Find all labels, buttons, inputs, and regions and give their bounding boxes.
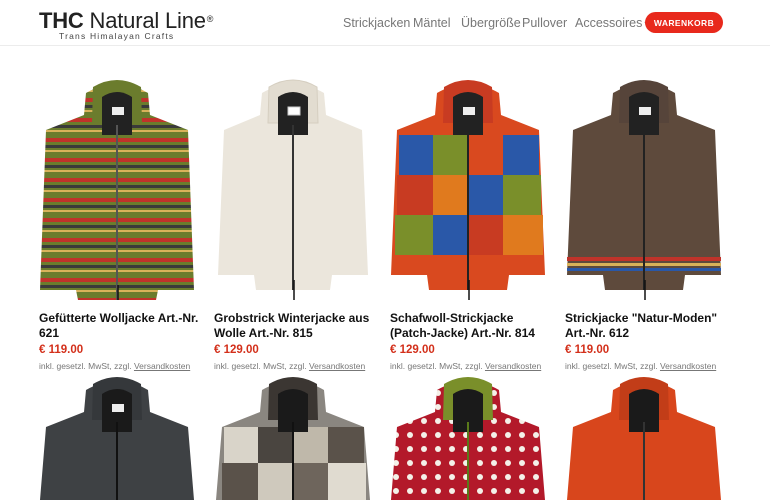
product-image[interactable] [389,75,547,300]
product-card[interactable] [38,75,196,300]
product-price: € 119.00 [565,344,610,356]
nav-item-accessoires[interactable]: Accessoires▾ [575,16,648,30]
product-price: € 129.00 [390,344,435,356]
product-title[interactable]: Grobstrick Winterjacke aus Wolle Art.-Nr… [214,311,374,341]
shipping-link[interactable]: Versandkosten [660,361,716,371]
tax-note: inkl. gesetzl. MwSt, zzgl. Versandkosten [39,361,190,371]
nav-item-strickjacken[interactable]: Strickjacken [343,16,410,30]
product-card[interactable] [565,372,723,500]
product-price: € 119.00 [39,344,84,356]
product-price: € 129.00 [214,344,259,356]
product-card[interactable] [389,75,547,300]
tax-note: inkl. gesetzl. MwSt, zzgl. Versandkosten [390,361,541,371]
product-image[interactable] [214,75,372,300]
product-title[interactable]: Strickjacke "Natur-Moden" Art.-Nr. 612 [565,311,725,341]
product-card[interactable] [389,372,547,500]
nav-item-uebergroesse[interactable]: Übergröße [461,16,521,30]
nav-item-pullover[interactable]: Pullover [522,16,567,30]
tax-text: inkl. gesetzl. MwSt, zzgl. [214,361,307,371]
tax-text: inkl. gesetzl. MwSt, zzgl. [39,361,132,371]
shipping-link[interactable]: Versandkosten [309,361,365,371]
product-title[interactable]: Schafwoll-Strickjacke (Patch-Jacke) Art.… [390,311,550,341]
brand-logo[interactable]: THC Natural Line® Trans Himalayan Crafts [39,8,214,42]
product-title[interactable]: Gefütterte Wolljacke Art.-Nr. 621 [39,311,199,341]
product-card[interactable] [38,372,196,500]
product-image[interactable] [565,75,723,300]
product-image[interactable] [389,372,547,500]
product-card[interactable] [565,75,723,300]
product-image[interactable] [38,372,196,500]
nav-item-maentel[interactable]: Mäntel [413,16,451,30]
logo-light-text: Natural Line [89,8,206,33]
registered-mark: ® [206,14,214,24]
product-card[interactable] [214,75,372,300]
logo-bold-text: THC [39,8,84,33]
product-image[interactable] [214,372,372,500]
tax-text: inkl. gesetzl. MwSt, zzgl. [565,361,658,371]
cart-button[interactable]: WARENKORB [645,12,723,33]
tax-note: inkl. gesetzl. MwSt, zzgl. Versandkosten [565,361,716,371]
tax-text: inkl. gesetzl. MwSt, zzgl. [390,361,483,371]
shipping-link[interactable]: Versandkosten [134,361,190,371]
product-card[interactable] [214,372,372,500]
site-header: THC Natural Line® Trans Himalayan Crafts… [0,0,770,46]
nav-item-accessoires-label: Accessoires [575,16,643,30]
shipping-link[interactable]: Versandkosten [485,361,541,371]
product-image[interactable] [565,372,723,500]
product-image[interactable] [38,75,196,300]
tax-note: inkl. gesetzl. MwSt, zzgl. Versandkosten [214,361,365,371]
